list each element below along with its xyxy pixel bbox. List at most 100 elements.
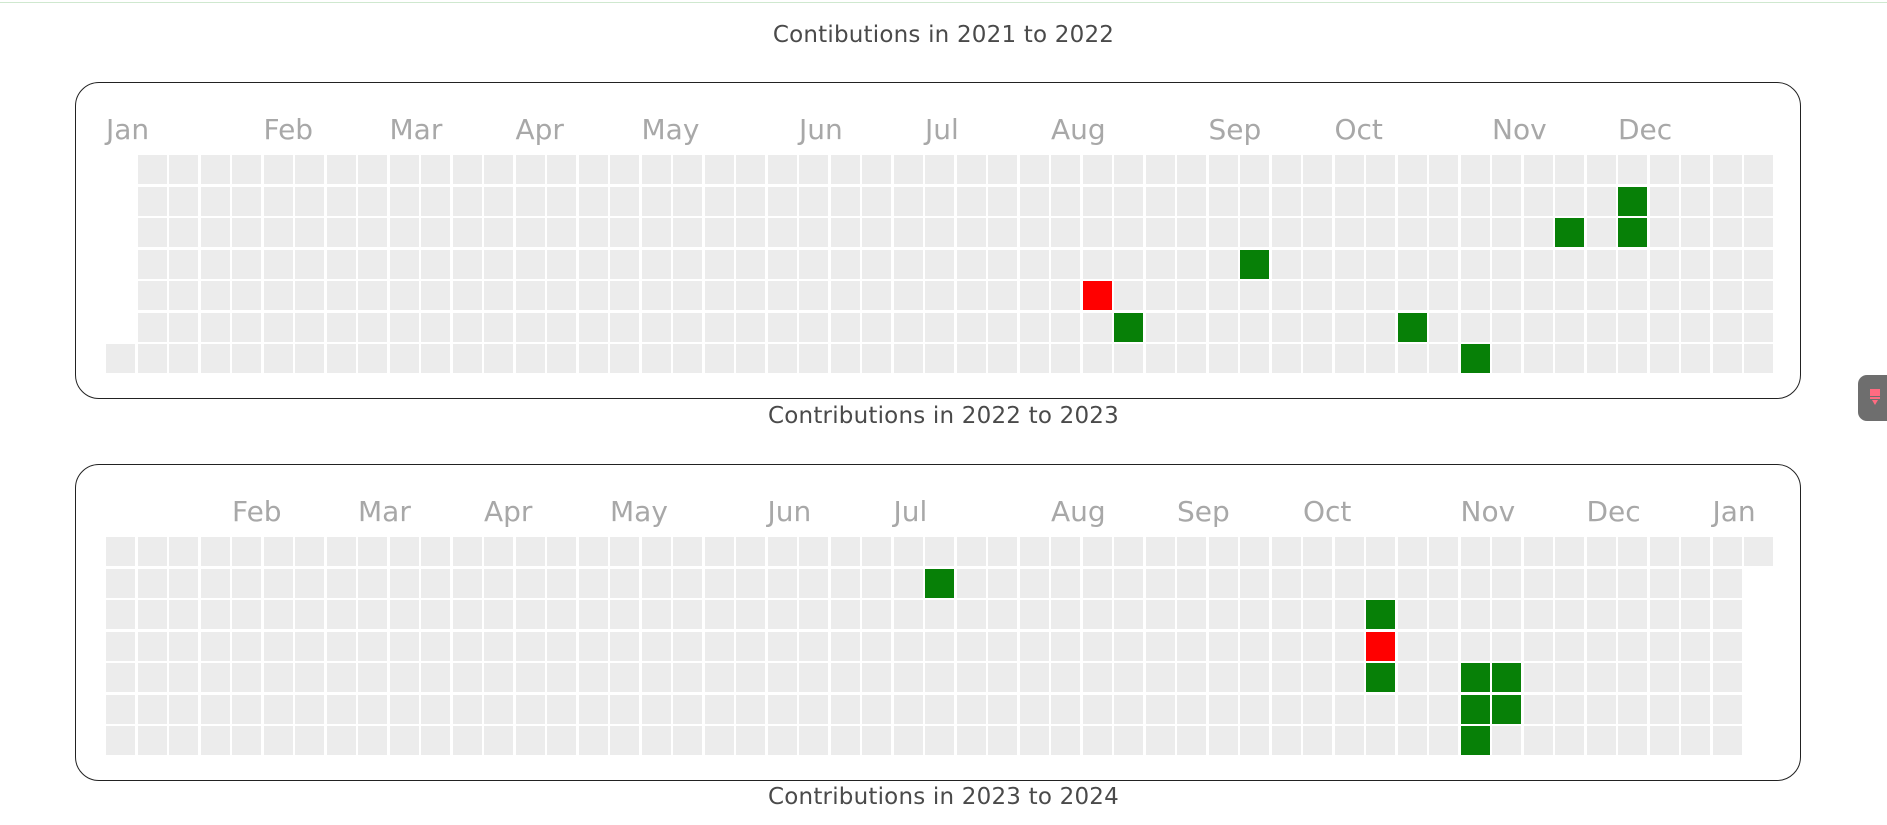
contribution-cell[interactable] bbox=[1460, 186, 1490, 216]
contribution-cell[interactable] bbox=[295, 249, 324, 279]
contribution-cell[interactable] bbox=[1145, 663, 1175, 692]
contribution-cell[interactable] bbox=[1712, 537, 1742, 566]
contribution-cell[interactable] bbox=[673, 537, 702, 566]
contribution-cell[interactable] bbox=[421, 312, 450, 342]
contribution-cell[interactable] bbox=[610, 631, 639, 661]
contribution-cell[interactable] bbox=[988, 726, 1017, 755]
contribution-cell[interactable] bbox=[1051, 726, 1080, 755]
contribution-cell[interactable] bbox=[1492, 568, 1521, 598]
contribution-cell[interactable] bbox=[956, 631, 986, 661]
contribution-cell[interactable] bbox=[736, 631, 765, 661]
contribution-cell[interactable] bbox=[1555, 281, 1584, 310]
contribution-cell[interactable] bbox=[1177, 663, 1206, 692]
contribution-cell[interactable] bbox=[295, 600, 324, 629]
contribution-cell[interactable] bbox=[1523, 344, 1553, 373]
contribution-cell[interactable] bbox=[1649, 663, 1679, 692]
contribution-cell[interactable] bbox=[484, 186, 513, 216]
contribution-cell[interactable] bbox=[1019, 631, 1049, 661]
contribution-cell[interactable] bbox=[1303, 600, 1332, 629]
contribution-cell[interactable] bbox=[1366, 537, 1395, 566]
contribution-cell[interactable] bbox=[1744, 155, 1773, 184]
contribution-cell[interactable] bbox=[200, 186, 230, 216]
contribution-cell[interactable] bbox=[1303, 186, 1332, 216]
contribution-cell[interactable] bbox=[1208, 694, 1238, 724]
contribution-cell[interactable] bbox=[232, 218, 261, 247]
contribution-cell[interactable] bbox=[484, 631, 513, 661]
contribution-cell[interactable] bbox=[1019, 600, 1049, 629]
contribution-cell[interactable] bbox=[578, 249, 608, 279]
contribution-cell[interactable] bbox=[1460, 631, 1490, 661]
contribution-cell[interactable] bbox=[421, 726, 450, 755]
contribution-cell[interactable] bbox=[1586, 694, 1616, 724]
contribution-cell[interactable] bbox=[1460, 218, 1490, 247]
contribution-cell[interactable] bbox=[1051, 249, 1080, 279]
contribution-cell[interactable] bbox=[862, 312, 891, 342]
contribution-cell-green[interactable] bbox=[1366, 600, 1395, 629]
contribution-cell[interactable] bbox=[641, 218, 671, 247]
contribution-cell[interactable] bbox=[484, 568, 513, 598]
contribution-cell[interactable] bbox=[1555, 344, 1584, 373]
contribution-cell-red[interactable] bbox=[1082, 281, 1112, 310]
contribution-cell[interactable] bbox=[1303, 312, 1332, 342]
contribution-cell[interactable] bbox=[421, 218, 450, 247]
contribution-cell[interactable] bbox=[862, 344, 891, 373]
contribution-cell[interactable] bbox=[1523, 663, 1553, 692]
contribution-cell[interactable] bbox=[673, 600, 702, 629]
contribution-cell[interactable] bbox=[421, 600, 450, 629]
contribution-cell[interactable] bbox=[326, 631, 356, 661]
contribution-cell[interactable] bbox=[641, 726, 671, 755]
contribution-cell[interactable] bbox=[862, 186, 891, 216]
contribution-cell[interactable] bbox=[484, 694, 513, 724]
contribution-cell[interactable] bbox=[1145, 694, 1175, 724]
contribution-cell-green[interactable] bbox=[1618, 218, 1647, 247]
contribution-cell[interactable] bbox=[799, 186, 828, 216]
contribution-cell[interactable] bbox=[610, 726, 639, 755]
contribution-cell[interactable] bbox=[862, 281, 891, 310]
contribution-cell[interactable] bbox=[1744, 537, 1773, 566]
contribution-cell[interactable] bbox=[137, 568, 167, 598]
contribution-cell[interactable] bbox=[1523, 631, 1553, 661]
contribution-cell[interactable] bbox=[1429, 537, 1458, 566]
contribution-cell[interactable] bbox=[673, 312, 702, 342]
contribution-cell[interactable] bbox=[1429, 312, 1458, 342]
contribution-cell[interactable] bbox=[1712, 249, 1742, 279]
contribution-cell[interactable] bbox=[1744, 218, 1773, 247]
contribution-cell[interactable] bbox=[1681, 344, 1710, 373]
contribution-cell[interactable] bbox=[1334, 344, 1364, 373]
contribution-cell[interactable] bbox=[452, 694, 482, 724]
contribution-cell[interactable] bbox=[736, 281, 765, 310]
contribution-cell[interactable] bbox=[1712, 281, 1742, 310]
contribution-cell[interactable] bbox=[358, 568, 387, 598]
contribution-cell[interactable] bbox=[263, 344, 293, 373]
contribution-cell[interactable] bbox=[1114, 726, 1143, 755]
contribution-cell[interactable] bbox=[1492, 218, 1521, 247]
contribution-cell[interactable] bbox=[956, 218, 986, 247]
contribution-cell[interactable] bbox=[1177, 568, 1206, 598]
contribution-cell[interactable] bbox=[1334, 600, 1364, 629]
contribution-cell[interactable] bbox=[358, 600, 387, 629]
contribution-cell[interactable] bbox=[830, 568, 860, 598]
contribution-cell[interactable] bbox=[1271, 312, 1301, 342]
contribution-cell[interactable] bbox=[1177, 694, 1206, 724]
contribution-cell[interactable] bbox=[956, 344, 986, 373]
contribution-cell[interactable] bbox=[1366, 186, 1395, 216]
contribution-cell[interactable] bbox=[1145, 344, 1175, 373]
contribution-cell[interactable] bbox=[200, 218, 230, 247]
contribution-cell[interactable] bbox=[830, 281, 860, 310]
contribution-cell[interactable] bbox=[263, 726, 293, 755]
contribution-cell[interactable] bbox=[1082, 312, 1112, 342]
contribution-cell[interactable] bbox=[1271, 186, 1301, 216]
contribution-cell[interactable] bbox=[1681, 537, 1710, 566]
contribution-cell[interactable] bbox=[1177, 218, 1206, 247]
contribution-cell[interactable] bbox=[389, 663, 419, 692]
contribution-cell[interactable] bbox=[1240, 537, 1269, 566]
contribution-cell[interactable] bbox=[1649, 726, 1679, 755]
contribution-cell[interactable] bbox=[1649, 312, 1679, 342]
contribution-cell[interactable] bbox=[1460, 537, 1490, 566]
contribution-cell[interactable] bbox=[421, 631, 450, 661]
contribution-cell[interactable] bbox=[1208, 600, 1238, 629]
contribution-cell[interactable] bbox=[547, 312, 576, 342]
contribution-cell[interactable] bbox=[137, 631, 167, 661]
contribution-cell-green[interactable] bbox=[1460, 344, 1490, 373]
contribution-cell[interactable] bbox=[547, 663, 576, 692]
